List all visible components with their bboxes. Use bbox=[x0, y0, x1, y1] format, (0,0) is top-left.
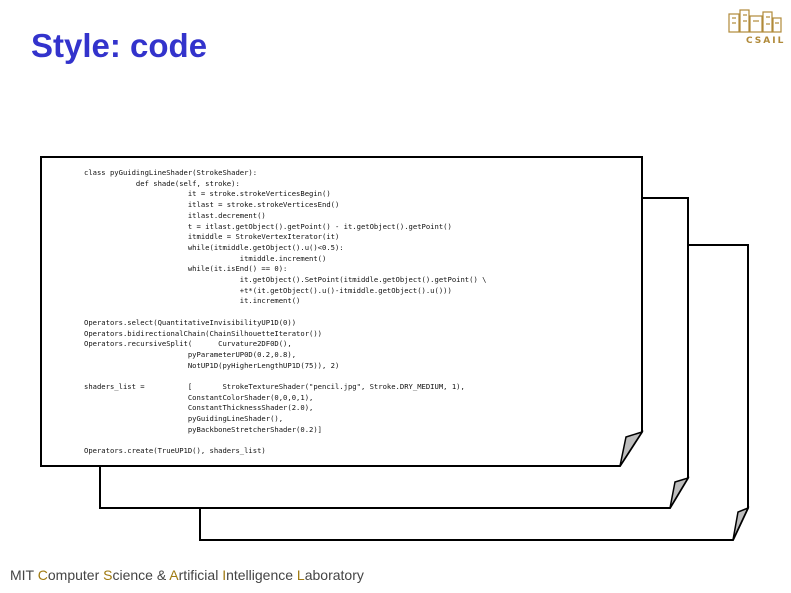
footer-text-part: rtificial bbox=[178, 567, 223, 583]
footer-initial-c: C bbox=[37, 567, 48, 583]
footer-text-part: omputer bbox=[47, 567, 104, 583]
footer-lab-name: MIT Computer Science & Artificial Intell… bbox=[10, 567, 364, 583]
footer-text-part: MIT bbox=[10, 567, 38, 583]
footer-initial-l: L bbox=[296, 567, 305, 583]
footer-text-part: cience & bbox=[112, 567, 170, 583]
code-block: class pyGuidingLineShader(StrokeShader):… bbox=[84, 168, 487, 456]
footer-initial-a: A bbox=[169, 567, 179, 583]
footer-text-part: aboratory bbox=[304, 567, 364, 583]
footer-text-part: ntelligence bbox=[226, 567, 297, 583]
